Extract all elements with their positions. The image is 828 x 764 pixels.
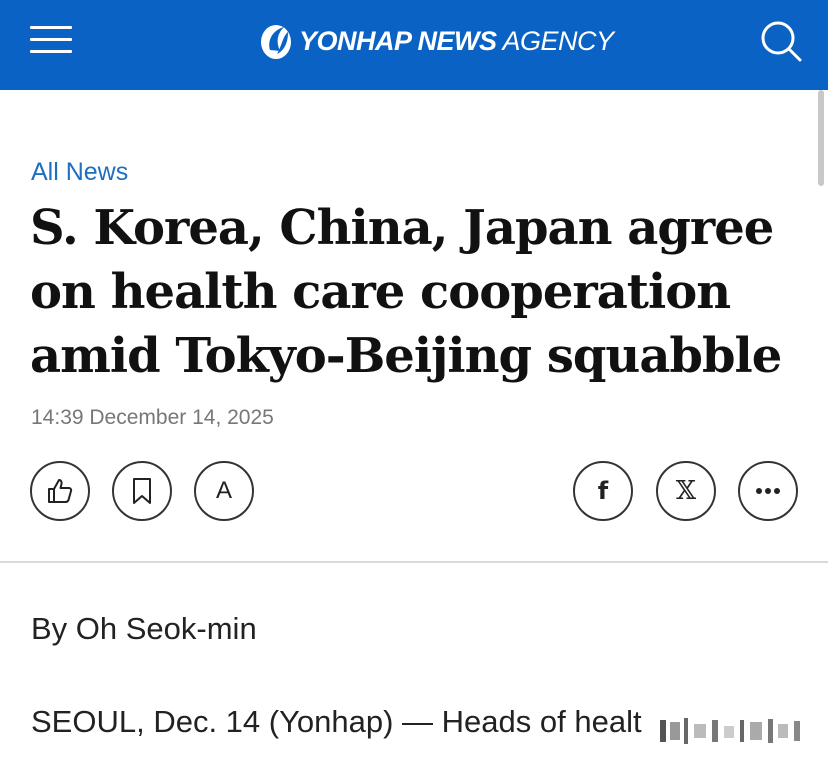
more-icon [756, 488, 780, 494]
watermark-overlay [656, 716, 806, 746]
more-options-button[interactable] [738, 461, 798, 521]
top-navigation-bar: YONHAP NEWS AGENCY [0, 0, 828, 90]
font-size-button[interactable]: A [194, 461, 254, 521]
menu-icon[interactable] [30, 24, 74, 56]
font-size-icon: A [215, 477, 232, 504]
scrollbar[interactable] [818, 90, 824, 186]
site-logo[interactable]: YONHAP NEWS AGENCY [257, 18, 614, 64]
logo-wordmark: YONHAP NEWS AGENCY [299, 26, 614, 57]
section-divider [0, 561, 828, 563]
yonhap-logo-icon [261, 25, 291, 59]
logo-sub-text: AGENCY [502, 25, 615, 56]
bookmark-icon [133, 478, 151, 504]
article-timestamp: 14:39 December 14, 2025 [31, 406, 274, 429]
category-link[interactable]: All News [31, 158, 128, 187]
article-byline: By Oh Seok-min [31, 611, 257, 646]
x-share-button[interactable]: 𝕏 [656, 461, 716, 521]
logo-main-text: YONHAP NEWS [299, 25, 497, 56]
article-body-first-line: SEOUL, Dec. 14 (Yonhap) — Heads of healt [31, 704, 642, 739]
facebook-share-button[interactable]: f [573, 461, 633, 521]
thumbs-up-icon [48, 479, 73, 503]
like-button[interactable] [30, 461, 90, 521]
facebook-icon: f [597, 477, 609, 505]
article-headline: S. Korea, China, Japan agree on health c… [30, 200, 782, 384]
bookmark-button[interactable] [112, 461, 172, 521]
x-icon: 𝕏 [675, 476, 697, 506]
search-icon[interactable] [758, 18, 804, 64]
